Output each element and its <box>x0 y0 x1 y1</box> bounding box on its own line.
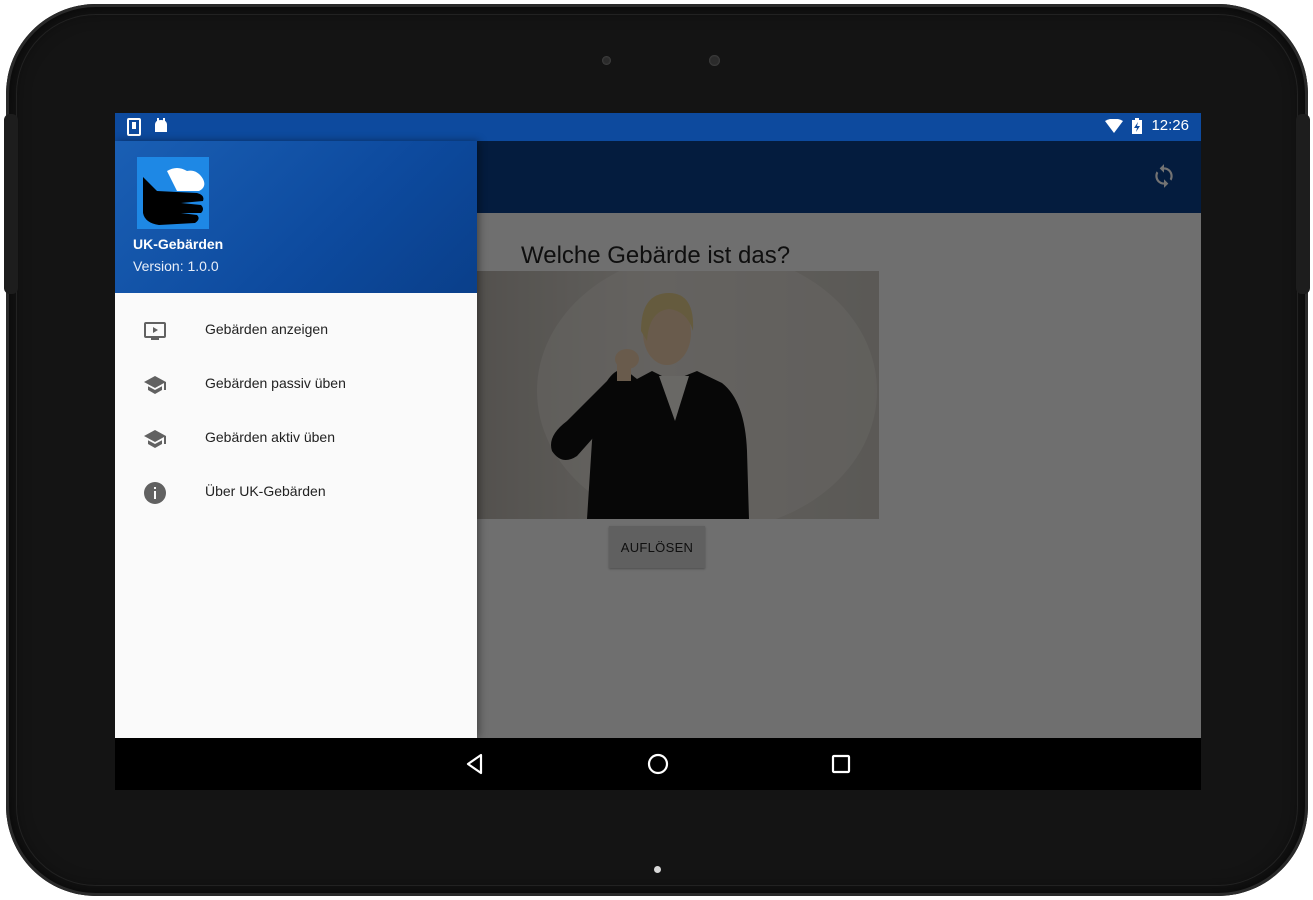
menu-item-practice-active[interactable]: Gebärden aktiv üben <box>115 412 477 466</box>
menu-item-label: Über UK-Gebärden <box>205 483 326 499</box>
home-icon[interactable] <box>644 750 672 778</box>
resolve-button[interactable]: AUFLÖSEN <box>609 526 705 568</box>
sign-video[interactable] <box>477 271 879 519</box>
battery-charging-icon <box>1132 117 1143 134</box>
sim-notification-icon <box>127 118 141 136</box>
side-speaker-left <box>4 114 18 294</box>
refresh-icon[interactable] <box>1151 163 1177 189</box>
drawer-header: UK-Gebärden Version: 1.0.0 <box>115 141 477 293</box>
home-indicator-dot <box>654 866 661 873</box>
school-icon <box>144 376 166 394</box>
sensor-dot <box>602 56 611 65</box>
app-name: UK-Gebärden <box>133 236 224 252</box>
navigation-drawer: UK-Gebärden Version: 1.0.0 Gebärden anze… <box>115 141 477 738</box>
info-icon <box>144 482 166 504</box>
app-version: Version: 1.0.0 <box>133 258 219 274</box>
menu-item-label: Gebärden passiv üben <box>205 375 346 391</box>
device-screen: Welche Gebärde ist das? AUFLÖSEN 12:26 U… <box>115 113 1201 790</box>
clock: 12:26 <box>1151 117 1189 134</box>
menu-item-show-signs[interactable]: Gebärden anzeigen <box>115 304 477 358</box>
android-notification-icon <box>155 118 167 132</box>
menu-item-label: Gebärden anzeigen <box>205 321 328 337</box>
quiz-question: Welche Gebärde ist das? <box>521 242 791 269</box>
menu-item-label: Gebärden aktiv üben <box>205 429 335 445</box>
front-camera <box>709 55 720 66</box>
recent-apps-icon[interactable] <box>827 750 855 778</box>
drawer-menu: Gebärden anzeigen Gebärden passiv üben G… <box>115 304 477 520</box>
video-icon <box>144 322 166 340</box>
app-logo-icon <box>137 157 209 229</box>
school-icon <box>144 430 166 448</box>
system-navigation-bar <box>115 738 1201 790</box>
wifi-icon <box>1105 118 1124 133</box>
side-speaker-right <box>1296 114 1310 294</box>
status-bar: 12:26 <box>115 113 1201 141</box>
menu-item-about[interactable]: Über UK-Gebärden <box>115 466 477 520</box>
back-icon[interactable] <box>461 750 489 778</box>
menu-item-practice-passive[interactable]: Gebärden passiv üben <box>115 358 477 412</box>
